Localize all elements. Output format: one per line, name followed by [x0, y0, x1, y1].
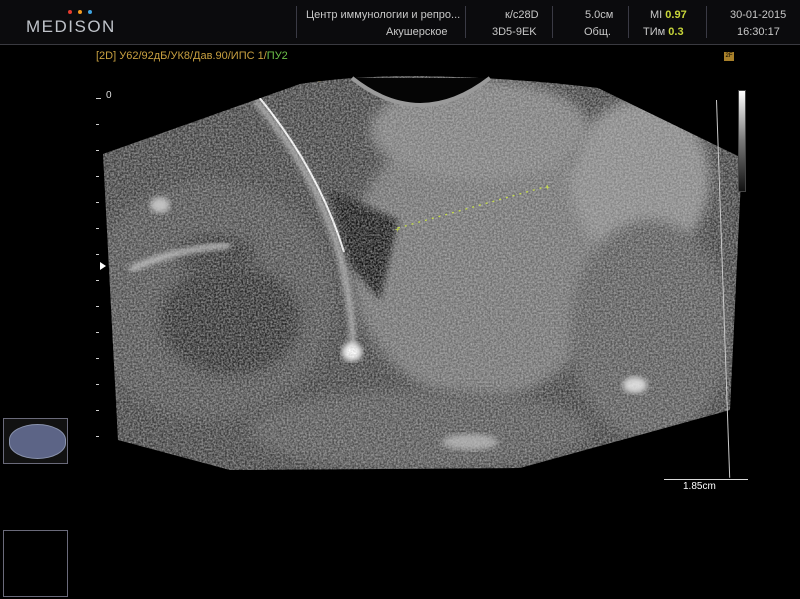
- svg-text:+: +: [395, 225, 400, 234]
- depth-zero-label: 0: [106, 90, 112, 101]
- measurement-value: 1.85cm: [683, 481, 716, 492]
- svg-text:+: +: [545, 183, 550, 192]
- grayscale-bar: [738, 90, 746, 192]
- ultrasound-image: + +: [4, 76, 742, 593]
- focus-arrow-icon: [100, 262, 106, 270]
- gain-curve-box[interactable]: [3, 530, 68, 597]
- measurement-underline: [664, 479, 748, 480]
- sector-thumbnail-shape: [9, 424, 66, 459]
- sector-thumbnail[interactable]: [3, 418, 68, 464]
